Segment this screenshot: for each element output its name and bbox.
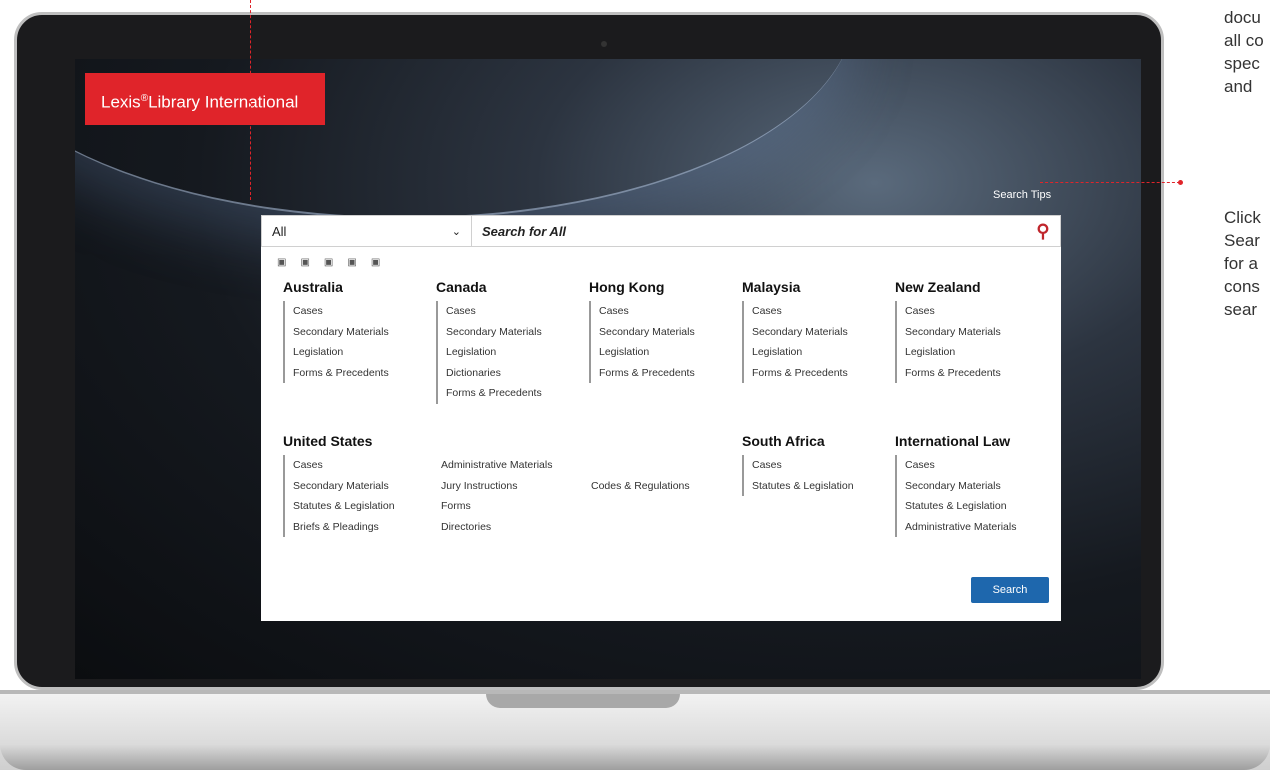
brand-registered-mark: ® [140,93,149,104]
search-tips-link[interactable]: Search Tips [993,189,1051,201]
jurisdiction-heading[interactable]: United States [283,433,395,449]
annotation-line: and [1224,77,1253,96]
content-type-link[interactable]: Statutes & Legislation [293,496,395,517]
checkbox-icon[interactable]: ▣ [371,257,380,268]
content-type-link[interactable]: Statutes & Legislation [752,476,854,497]
annotation-line: for a [1224,254,1259,273]
jurisdiction-hong-kong: Hong Kong Cases Secondary Materials Legi… [589,279,695,383]
jurisdiction-heading[interactable]: South Africa [742,433,854,449]
content-type-link[interactable]: Legislation [752,342,848,363]
jurisdiction-heading[interactable]: Malaysia [742,279,848,295]
search-bar: All ⌄ ⚲ [261,215,1061,247]
jurisdiction-international-law: International Law Cases Secondary Materi… [895,433,1016,537]
content-type-link[interactable]: Secondary Materials [293,322,389,343]
content-type-link[interactable]: Cases [293,455,395,476]
annotation-line: sear [1224,300,1258,319]
search-input[interactable] [472,216,1026,246]
jurisdiction-heading[interactable]: Hong Kong [589,279,695,295]
content-type-link[interactable]: Administrative Materials [441,455,552,476]
annotation-line: Click [1224,208,1261,227]
content-type-link[interactable]: Legislation [599,342,695,363]
search-icon[interactable]: ⚲ [1026,216,1060,246]
content-type-link[interactable]: Cases [446,301,542,322]
checkbox-icon[interactable]: ▣ [347,257,356,268]
brand-suffix: Library International [148,92,299,112]
jurisdiction-united-states: United States Cases Secondary Materials … [283,433,395,537]
content-type-link[interactable]: Briefs & Pleadings [293,517,395,538]
content-type-link[interactable]: Cases [905,455,1016,476]
checkbox-icon[interactable]: ▣ [300,257,309,268]
annotation-line: spec [1224,54,1260,73]
scope-select-value: All [272,223,287,239]
checkbox-icon[interactable]: ▣ [277,257,286,268]
content-type-link[interactable]: Forms & Precedents [905,363,1001,384]
annotation-line: Sear [1224,231,1260,250]
annotation-line: docu [1224,8,1261,27]
jurisdiction-south-africa: South Africa Cases Statutes & Legislatio… [742,433,854,496]
content-type-link[interactable]: Cases [752,301,848,322]
jurisdiction-dropdown-panel: ▣ ▣ ▣ ▣ ▣ Australia Cases Secondary Mate… [261,247,1061,621]
annotation-pointer-dot [1178,180,1183,185]
content-type-link[interactable]: Forms & Precedents [599,363,695,384]
content-type-link[interactable]: Legislation [905,342,1001,363]
content-type-link[interactable]: Secondary Materials [905,322,1001,343]
content-type-link[interactable]: Forms & Precedents [752,363,848,384]
united-states-column-2: Administrative Materials Jury Instructio… [433,455,552,537]
laptop-screen: Lexis®Library International Search Tips … [75,59,1141,679]
jurisdiction-heading[interactable]: International Law [895,433,1016,449]
jurisdiction-new-zealand: New Zealand Cases Secondary Materials Le… [895,279,1001,383]
united-states-column-3: Codes & Regulations [583,476,690,497]
content-type-link[interactable]: Legislation [293,342,389,363]
lexis-library-logo[interactable]: Lexis®Library International [85,73,325,125]
laptop-base-edge [0,744,1270,770]
brand-prefix: Lexis [101,92,141,112]
checkbox-icon[interactable]: ▣ [324,257,333,268]
content-type-link[interactable]: Cases [293,301,389,322]
annotation-text-1: docu all co spec and [1224,6,1264,98]
laptop-bezel: Lexis®Library International Search Tips … [14,12,1164,690]
content-type-link[interactable]: Secondary Materials [599,322,695,343]
content-type-link[interactable]: Cases [599,301,695,322]
content-type-link[interactable]: Secondary Materials [905,476,1016,497]
laptop-base [0,690,1270,770]
annotation-line: cons [1224,277,1260,296]
jurisdiction-australia: Australia Cases Secondary Materials Legi… [283,279,389,383]
chevron-down-icon: ⌄ [451,225,461,238]
camera-icon [601,41,607,47]
content-type-link[interactable]: Legislation [446,342,542,363]
annotation-line: all co [1224,31,1264,50]
content-type-link[interactable]: Dictionaries [446,363,542,384]
content-type-link[interactable]: Directories [441,517,552,538]
scope-select[interactable]: All ⌄ [262,216,472,246]
content-type-link[interactable]: Cases [752,455,854,476]
content-type-link[interactable]: Forms & Precedents [446,383,542,404]
panel-toolbar: ▣ ▣ ▣ ▣ ▣ [277,257,380,268]
content-type-link[interactable]: Jury Instructions [441,476,552,497]
content-type-link[interactable]: Forms [441,496,552,517]
search-button[interactable]: Search [971,577,1049,603]
content-type-link[interactable]: Statutes & Legislation [905,496,1016,517]
jurisdiction-canada: Canada Cases Secondary Materials Legisla… [436,279,542,404]
annotation-pointer-line [1040,182,1180,183]
laptop-notch [486,694,680,708]
jurisdiction-heading[interactable]: Canada [436,279,542,295]
content-type-link[interactable]: Secondary Materials [446,322,542,343]
content-type-link[interactable]: Forms & Precedents [293,363,389,384]
content-type-link[interactable]: Secondary Materials [752,322,848,343]
content-type-link[interactable]: Administrative Materials [905,517,1016,538]
jurisdiction-heading[interactable]: Australia [283,279,389,295]
annotation-text-2: Click Sear for a cons sear [1224,206,1261,321]
content-type-link[interactable]: Secondary Materials [293,476,395,497]
jurisdiction-heading[interactable]: New Zealand [895,279,1001,295]
annotation-guide-line [250,0,251,200]
content-type-link[interactable]: Cases [905,301,1001,322]
jurisdiction-malaysia: Malaysia Cases Secondary Materials Legis… [742,279,848,383]
content-type-link[interactable]: Codes & Regulations [591,476,690,497]
